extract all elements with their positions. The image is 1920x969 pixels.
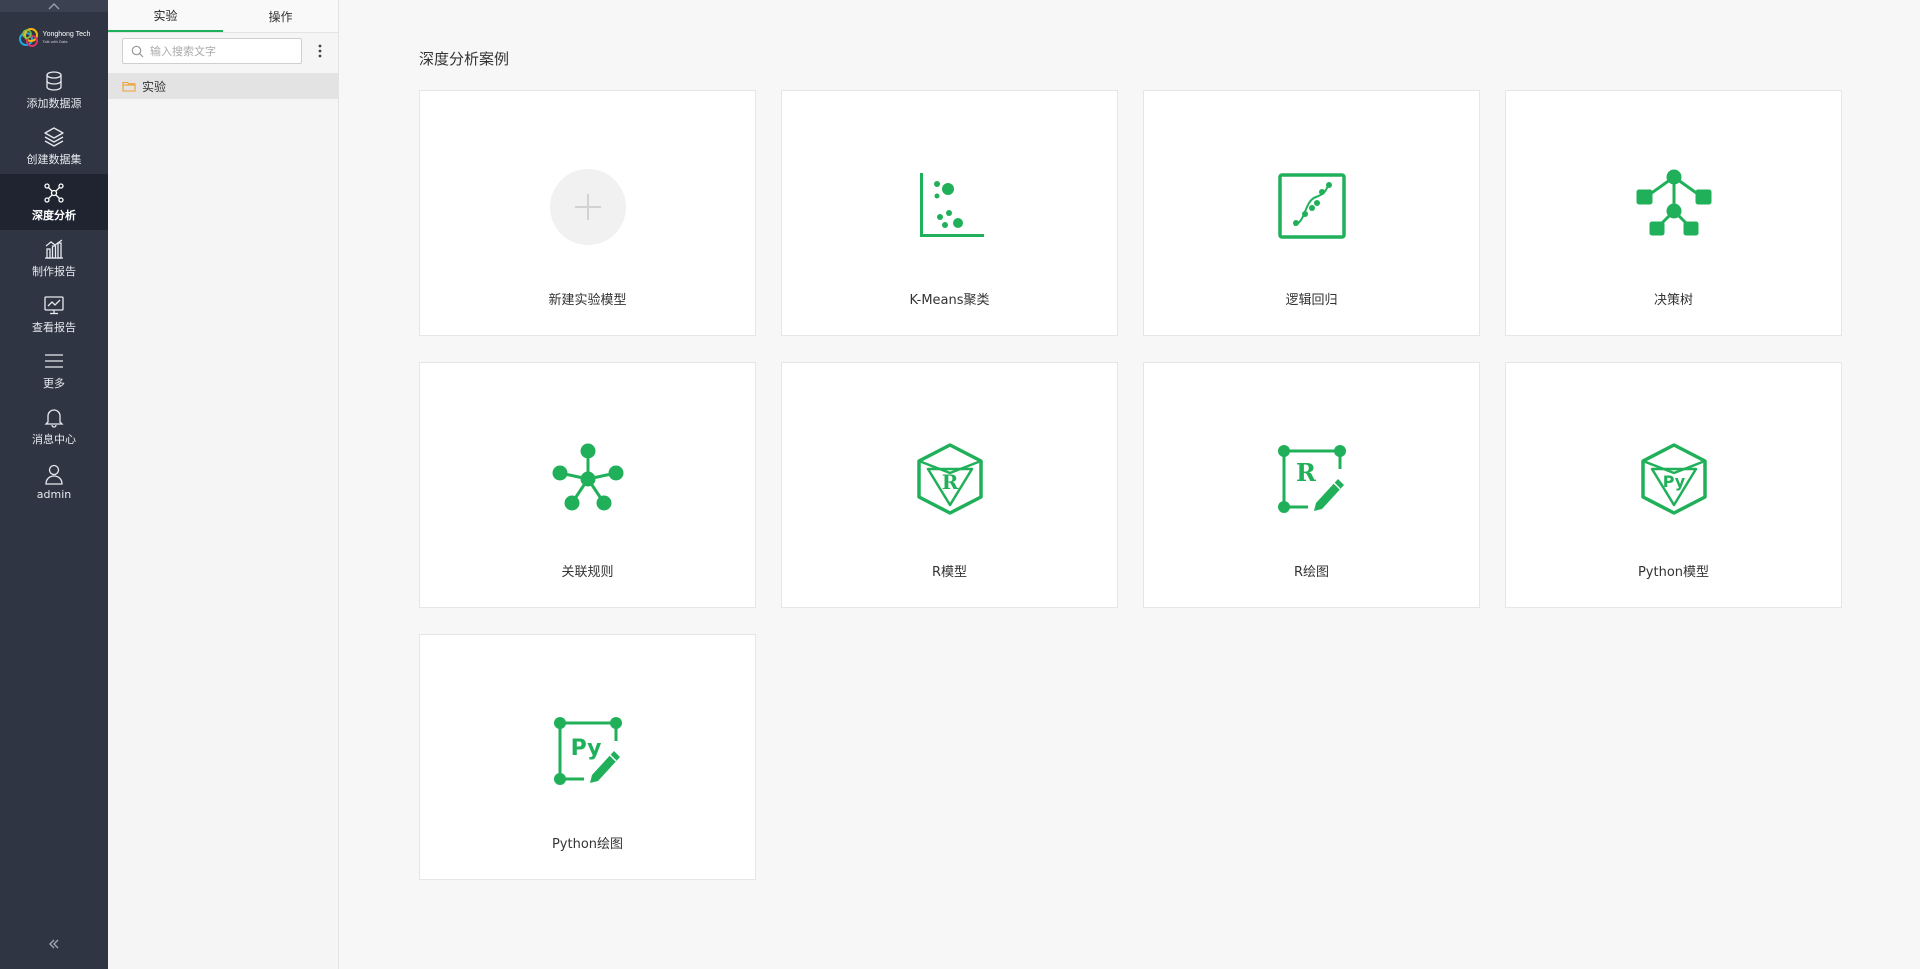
brand-tagline: Talk with Data bbox=[42, 38, 68, 44]
layers-icon bbox=[44, 126, 64, 147]
nav-item-label: 创建数据集 bbox=[26, 152, 82, 166]
chevron-up-icon bbox=[48, 3, 60, 10]
panel-tabs: 实验 操作 bbox=[108, 0, 338, 33]
card-r-model[interactable]: R R模型 bbox=[781, 362, 1118, 608]
nav-item-user[interactable]: admin bbox=[0, 454, 108, 510]
card-python-model[interactable]: Py Python模型 bbox=[1505, 362, 1842, 608]
section-title: 深度分析案例 bbox=[419, 50, 510, 68]
nav-item-label: 制作报告 bbox=[32, 264, 76, 278]
nav-item-view-report[interactable]: 查看报告 bbox=[0, 286, 108, 342]
association-rules-icon bbox=[552, 443, 623, 511]
card-label: 关联规则 bbox=[561, 565, 614, 580]
main-content: 深度分析案例 新建实验模型 K-Means聚类 逻辑回归 决策树 关联规则 R … bbox=[340, 0, 1920, 969]
card-label: R模型 bbox=[931, 565, 968, 580]
search-box bbox=[122, 38, 302, 64]
card-decision-tree[interactable]: 决策树 bbox=[1505, 90, 1842, 336]
monitor-chart-icon bbox=[44, 295, 64, 314]
brand-logo: Yonghong Tech Talk with Data bbox=[0, 12, 108, 62]
tree-item-label: 实验 bbox=[142, 79, 167, 94]
svg-text:Py: Py bbox=[1662, 472, 1685, 491]
search-row bbox=[108, 33, 338, 69]
network-icon bbox=[44, 182, 64, 203]
r-plot-icon: R bbox=[1277, 445, 1346, 513]
nav-item-label: 深度分析 bbox=[32, 208, 76, 222]
card-label: 新建实验模型 bbox=[548, 293, 627, 308]
svg-text:Py: Py bbox=[570, 736, 601, 761]
card-new-experiment-model[interactable]: 新建实验模型 bbox=[419, 90, 756, 336]
nav-item-deep-analysis[interactable]: 深度分析 bbox=[0, 174, 108, 230]
r-model-icon: R bbox=[916, 443, 983, 515]
nav-item-make-report[interactable]: 制作报告 bbox=[0, 230, 108, 286]
card-label: Python模型 bbox=[1637, 565, 1710, 580]
more-options-button[interactable] bbox=[312, 41, 328, 61]
brand-name: Yonghong Tech bbox=[42, 30, 91, 38]
database-icon bbox=[46, 70, 62, 91]
search-icon bbox=[131, 45, 144, 57]
card-kmeans[interactable]: K-Means聚类 bbox=[781, 90, 1118, 336]
add-model-icon bbox=[549, 169, 626, 245]
kmeans-icon bbox=[919, 173, 984, 237]
main-nav: Yonghong Tech Talk with Data 添加数据源 创建数据集… bbox=[0, 0, 108, 969]
decision-tree-icon bbox=[1636, 169, 1711, 236]
collapse-nav-button[interactable] bbox=[0, 937, 108, 951]
card-r-plot[interactable]: R R绘图 bbox=[1143, 362, 1480, 608]
card-python-plot[interactable]: Py Python绘图 bbox=[419, 634, 756, 880]
card-logistic-regression[interactable]: 逻辑回归 bbox=[1143, 90, 1480, 336]
nav-item-label: admin bbox=[36, 488, 72, 501]
tree-folder-experiment[interactable]: 实验 bbox=[108, 73, 338, 99]
python-model-icon: Py bbox=[1640, 443, 1707, 515]
double-chevron-left-icon bbox=[49, 939, 59, 949]
svg-text:R: R bbox=[941, 470, 958, 494]
card-label: K-Means聚类 bbox=[909, 293, 990, 308]
card-association-rules[interactable]: 关联规则 bbox=[419, 362, 756, 608]
menu-icon bbox=[45, 353, 63, 368]
nav-item-label: 更多 bbox=[43, 376, 65, 390]
nav-item-label: 添加数据源 bbox=[26, 96, 82, 110]
user-icon bbox=[45, 464, 63, 485]
card-label: Python绘图 bbox=[551, 837, 624, 852]
logo-rings-icon bbox=[18, 28, 38, 47]
card-label: 决策树 bbox=[1653, 293, 1693, 308]
card-label: R绘图 bbox=[1293, 565, 1330, 580]
bell-icon bbox=[44, 408, 64, 428]
nav-item-messages[interactable]: 消息中心 bbox=[0, 398, 108, 454]
search-input[interactable] bbox=[150, 44, 290, 58]
vertical-ellipsis-icon bbox=[318, 44, 322, 58]
logistic-regression-icon bbox=[1277, 173, 1346, 239]
nav-item-more[interactable]: 更多 bbox=[0, 342, 108, 398]
nav-item-create-dataset[interactable]: 创建数据集 bbox=[0, 118, 108, 174]
nav-item-label: 消息中心 bbox=[32, 432, 76, 446]
experiment-panel: 实验 操作 实验 bbox=[108, 0, 339, 969]
tab-operation[interactable]: 操作 bbox=[223, 0, 338, 32]
nav-item-label: 查看报告 bbox=[32, 320, 76, 334]
svg-text:R: R bbox=[1296, 458, 1317, 487]
bar-chart-icon bbox=[45, 238, 63, 259]
folder-icon bbox=[122, 81, 136, 92]
nav-item-add-datasource[interactable]: 添加数据源 bbox=[0, 62, 108, 118]
collapse-up-button[interactable] bbox=[0, 0, 108, 12]
card-label: 逻辑回归 bbox=[1285, 293, 1338, 308]
python-plot-icon: Py bbox=[553, 717, 622, 785]
tab-experiment[interactable]: 实验 bbox=[108, 0, 223, 32]
